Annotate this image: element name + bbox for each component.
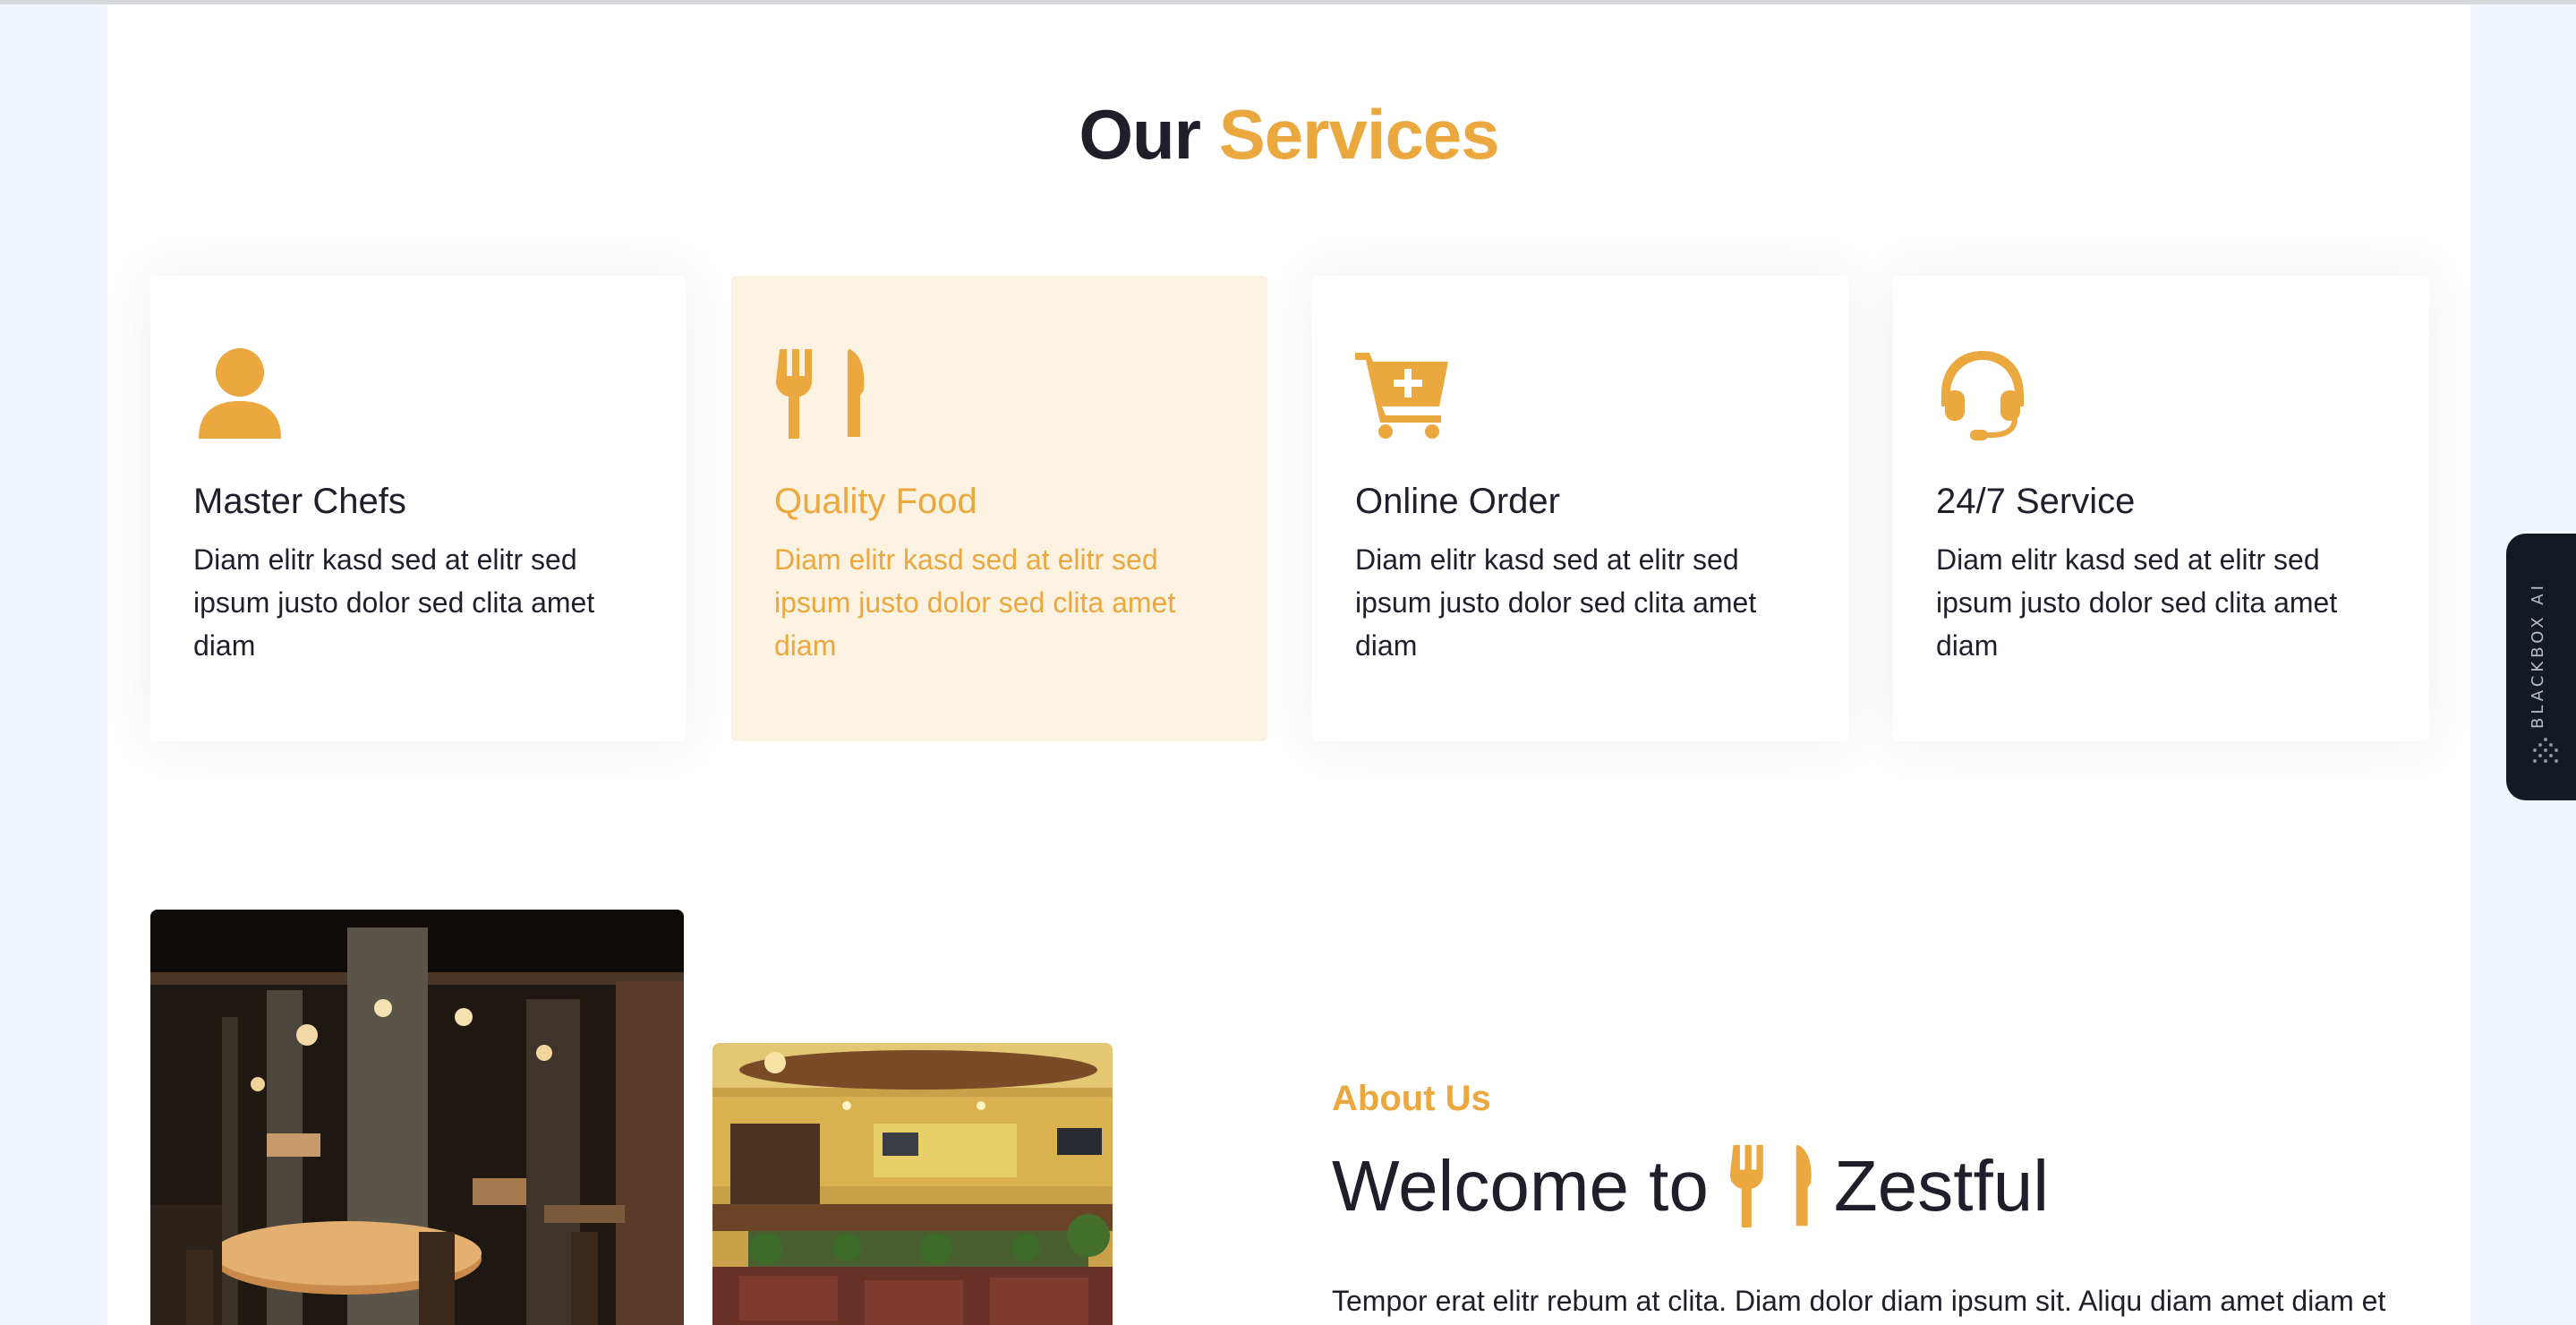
about-label: About Us (1332, 1079, 1491, 1118)
about-heading: Welcome to Zestful (1332, 1140, 2049, 1233)
page-container: Our Services Master Chefs Diam elitr kas… (107, 4, 2470, 1325)
utensils-icon (1729, 1144, 1812, 1228)
service-card-description: Diam elitr kasd sed at elitr sed ipsum j… (193, 543, 595, 662)
restaurant-interior-photo-1 (150, 910, 684, 1325)
about-heading-before: Welcome to (1332, 1146, 1709, 1226)
services-title-prefix: Our (1079, 95, 1201, 174)
dots-logo-icon (2533, 738, 2558, 763)
services-title-accent: Services (1218, 95, 1500, 174)
service-card-quality-food[interactable]: Quality Food Diam elitr kasd sed at elit… (731, 276, 1267, 741)
service-card-title: 24/7 Service (1936, 482, 2136, 521)
restaurant-interior-photo-2 (712, 1043, 1113, 1325)
cart-plus-icon (1355, 353, 1448, 439)
utensils-icon (776, 349, 865, 439)
service-card-description: Diam elitr kasd sed at elitr sed ipsum j… (774, 543, 1176, 662)
blackbox-ai-side-widget[interactable]: BLACKBOX AI (2506, 534, 2576, 800)
service-card-title: Master Chefs (193, 482, 406, 521)
side-widget-label: BLACKBOX AI (2529, 582, 2547, 729)
services-title: Our Services (107, 94, 2470, 175)
service-card-247-service[interactable]: 24/7 Service Diam elitr kasd sed at elit… (1893, 276, 2429, 741)
service-card-master-chefs[interactable]: Master Chefs Diam elitr kasd sed at elit… (150, 276, 687, 741)
about-paragraph: Tempor erat elitr rebum at clita. Diam d… (1332, 1285, 2386, 1317)
services-cards: Master Chefs Diam elitr kasd sed at elit… (150, 276, 2429, 741)
service-card-title: Online Order (1355, 482, 1560, 521)
service-card-description: Diam elitr kasd sed at elitr sed ipsum j… (1936, 543, 2338, 662)
service-card-description: Diam elitr kasd sed at elitr sed ipsum j… (1355, 543, 1757, 662)
service-card-online-order[interactable]: Online Order Diam elitr kasd sed at elit… (1312, 276, 1848, 741)
service-card-title: Quality Food (774, 482, 977, 521)
about-heading-after: Zestful (1833, 1146, 2049, 1226)
headset-icon (1941, 351, 2024, 440)
user-icon (199, 348, 281, 439)
